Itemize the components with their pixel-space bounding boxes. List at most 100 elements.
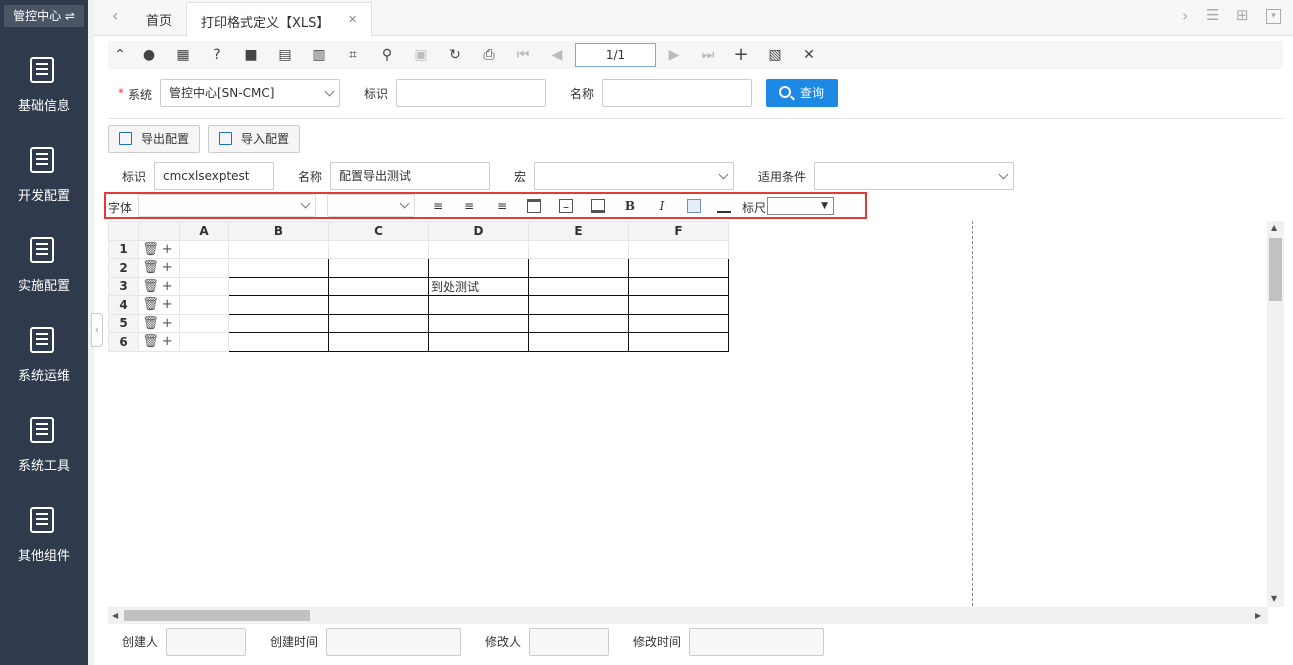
cell[interactable] (228, 295, 329, 315)
page-indicator[interactable]: 1/1 (575, 43, 656, 67)
help-icon[interactable]: ? (209, 47, 225, 63)
border-icon[interactable] (687, 199, 701, 213)
refresh-icon[interactable]: ↻ (447, 47, 463, 63)
tab-home[interactable]: 首页 (146, 10, 172, 29)
sidebar-item-ops[interactable]: 系统运维 (0, 310, 88, 400)
italic-icon[interactable]: I (655, 199, 669, 213)
last-page-icon[interactable]: ⏭ (700, 47, 716, 63)
sidebar-item-other[interactable]: 其他组件 (0, 490, 88, 580)
align-right-icon[interactable]: ≡ (495, 199, 509, 213)
font-select[interactable] (138, 194, 316, 217)
collapse-up-icon[interactable]: ⌃ (112, 47, 128, 63)
system-switch[interactable]: 管控中心 ⇌ (4, 5, 84, 27)
document-icon[interactable]: ▤ (277, 47, 293, 63)
scroll-right-icon[interactable]: ▶ (1255, 611, 1261, 620)
row-actions[interactable]: 🗑+ (138, 313, 180, 333)
align-left-icon[interactable]: ≡ (431, 199, 445, 213)
save-icon[interactable]: ▣ (413, 47, 429, 63)
row-actions[interactable]: 🗑+ (138, 332, 180, 352)
tab-print-format[interactable]: 打印格式定义【XLS】 ✕ (186, 2, 372, 37)
cell[interactable] (179, 258, 229, 278)
row-actions[interactable]: 🗑+ (138, 239, 180, 259)
cell[interactable] (528, 295, 629, 315)
menu-icon[interactable]: ☰ (1206, 6, 1219, 24)
cell[interactable] (528, 332, 629, 352)
scroll-up-icon[interactable]: ▲ (1271, 223, 1277, 232)
sidebar-collapse-toggle[interactable]: ‹ (91, 313, 103, 347)
vertical-scroll-thumb[interactable] (1269, 238, 1282, 301)
cell[interactable] (528, 239, 629, 259)
trash-icon[interactable]: 🗑 (142, 242, 162, 257)
cell[interactable] (628, 332, 729, 352)
next-page-icon[interactable]: ▶ (666, 47, 682, 63)
search-icon[interactable]: ⚲ (379, 47, 395, 63)
cell[interactable] (228, 276, 329, 296)
user-icon[interactable]: ● (141, 47, 157, 63)
cell[interactable] (428, 313, 529, 333)
query-id-input[interactable] (396, 79, 546, 107)
macro-select[interactable] (534, 162, 734, 190)
add-icon[interactable]: + (162, 260, 176, 275)
cell[interactable] (328, 295, 429, 315)
calculator-icon[interactable]: ▦ (175, 47, 191, 63)
col-header[interactable]: E (528, 221, 629, 241)
scroll-left-icon[interactable]: ◀ (112, 611, 118, 620)
add-icon[interactable]: + (162, 297, 176, 312)
horizontal-scroll-thumb[interactable] (124, 610, 310, 621)
sidebar-item-impl-config[interactable]: 实施配置 (0, 220, 88, 310)
trash-icon[interactable]: 🗑 (142, 297, 162, 312)
cell[interactable] (628, 295, 729, 315)
font-size-select[interactable] (327, 194, 415, 217)
cell[interactable] (328, 239, 429, 259)
col-header[interactable]: A (179, 221, 229, 241)
spreadsheet[interactable]: A B C D E F 1 🗑+ 2 🗑+ 3 🗑+ 到处测试 4 🗑+ 5 🗑… (108, 221, 729, 352)
query-name-input[interactable] (602, 79, 752, 107)
cell[interactable] (179, 313, 229, 333)
sidebar-item-basic-info[interactable]: 基础信息 (0, 40, 88, 130)
row-actions[interactable]: 🗑+ (138, 258, 180, 278)
close-icon[interactable]: ✕ (801, 47, 817, 63)
add-icon[interactable]: + (162, 316, 176, 331)
import-config-button[interactable]: 导入配置 (208, 125, 300, 153)
add-icon[interactable]: + (162, 242, 176, 257)
cell[interactable] (528, 258, 629, 278)
trash-icon[interactable]: 🗑 (142, 334, 162, 349)
cell[interactable] (179, 295, 229, 315)
cell[interactable] (428, 239, 529, 259)
row-actions[interactable]: 🗑+ (138, 295, 180, 315)
cell[interactable] (628, 258, 729, 278)
align-center-icon[interactable]: ≡ (462, 199, 476, 213)
cell[interactable] (228, 258, 329, 278)
valign-bottom-icon[interactable] (591, 199, 605, 213)
cell[interactable] (528, 313, 629, 333)
trash-icon[interactable]: 🗑 (142, 260, 162, 275)
cell[interactable] (228, 239, 329, 259)
condition-select[interactable] (814, 162, 1014, 190)
tab-prev-icon[interactable]: ‹ (112, 6, 118, 25)
cell[interactable] (428, 295, 529, 315)
add-icon[interactable]: + (162, 279, 176, 294)
cell[interactable] (179, 239, 229, 259)
cell[interactable] (179, 332, 229, 352)
tab-next-icon[interactable]: › (1182, 6, 1188, 25)
underline-icon[interactable] (717, 199, 731, 213)
cell[interactable] (328, 332, 429, 352)
sidebar-item-tools[interactable]: 系统工具 (0, 400, 88, 490)
cell[interactable] (328, 258, 429, 278)
cell-d3[interactable]: 到处测试 (428, 276, 529, 296)
cell[interactable] (428, 258, 529, 278)
cell[interactable] (228, 332, 329, 352)
valign-top-icon[interactable] (527, 199, 541, 213)
valign-middle-icon[interactable]: – (559, 199, 573, 214)
trash-icon[interactable]: 🗑 (142, 279, 162, 294)
cell[interactable] (628, 313, 729, 333)
dropdown-icon[interactable]: ▾ (1266, 9, 1281, 24)
sidebar-item-dev-config[interactable]: 开发配置 (0, 130, 88, 220)
form-name-input[interactable]: 配置导出测试 (330, 162, 490, 190)
cell[interactable] (228, 313, 329, 333)
cell[interactable] (328, 313, 429, 333)
export-config-button[interactable]: 导出配置 (108, 125, 200, 153)
close-icon[interactable]: ✕ (348, 13, 357, 26)
export-doc-icon[interactable]: ▧ (767, 47, 783, 63)
first-page-icon[interactable]: ⏮ (515, 47, 531, 63)
